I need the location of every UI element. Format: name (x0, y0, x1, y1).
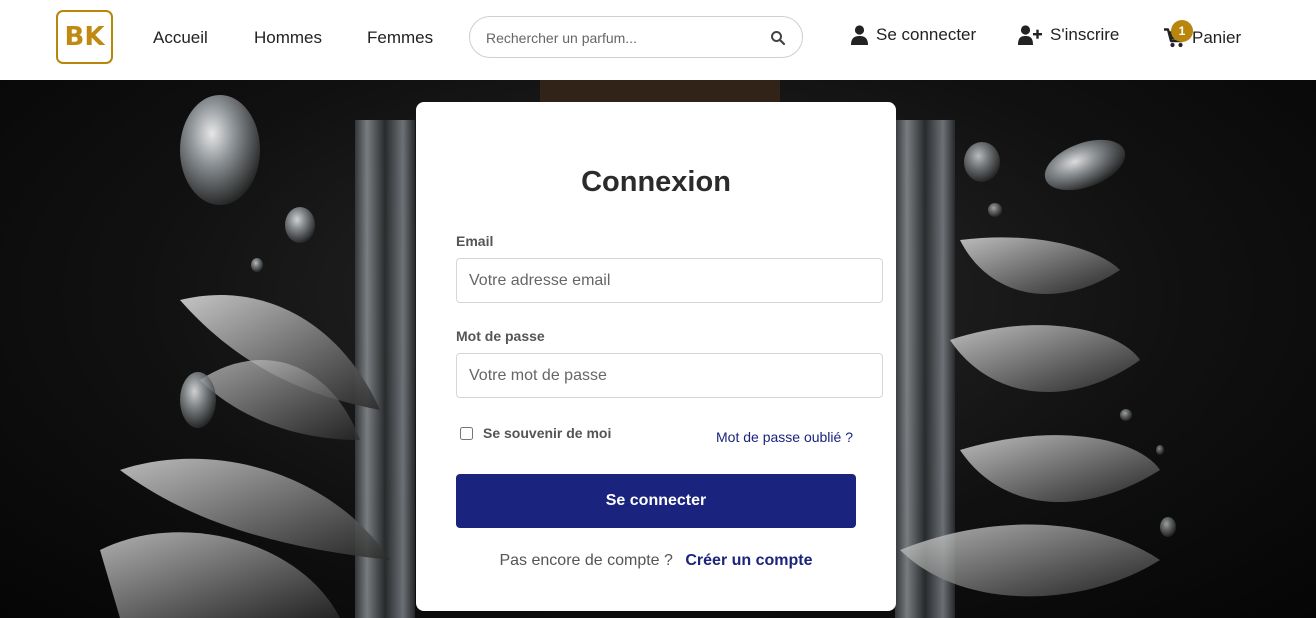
brand-logo[interactable]: BK (56, 10, 113, 64)
cart-link-label: Panier (1192, 28, 1242, 47)
register-link-label: S'inscrire (1050, 25, 1120, 44)
search-bar (469, 16, 803, 58)
search-input[interactable] (486, 27, 756, 49)
nav-link-accueil[interactable]: Accueil (153, 28, 208, 48)
no-account-text: Pas encore de compte ? (499, 552, 673, 569)
remember-me-label: Se souvenir de moi (483, 425, 612, 441)
forgot-password-link[interactable]: Mot de passe oublié ? (716, 429, 853, 445)
remember-me: Se souvenir de moi (460, 425, 611, 441)
password-label: Mot de passe (456, 328, 545, 344)
email-field[interactable] (456, 258, 883, 303)
create-account-link[interactable]: Créer un compte (685, 552, 812, 569)
login-card: Connexion Email Mot de passe Se souvenir… (416, 102, 896, 611)
remember-me-checkbox[interactable] (460, 426, 473, 440)
top-navbar: BK Accueil Hommes Femmes Se connecter S'… (0, 0, 1316, 80)
login-link[interactable]: Se connecter (851, 25, 976, 45)
login-submit-button[interactable]: Se connecter (456, 474, 856, 528)
login-link-label: Se connecter (876, 25, 977, 44)
register-link[interactable]: S'inscrire (1018, 25, 1119, 45)
password-field[interactable] (456, 353, 883, 398)
user-icon (851, 25, 868, 45)
nav-link-hommes[interactable]: Hommes (254, 28, 322, 48)
user-plus-icon (1018, 25, 1042, 45)
cart-count-badge: 1 (1171, 20, 1193, 42)
nav-link-femmes[interactable]: Femmes (367, 28, 433, 48)
email-label: Email (456, 233, 494, 249)
signup-prompt: Pas encore de compte ? Créer un compte (416, 552, 896, 570)
login-title: Connexion (581, 166, 731, 198)
search-icon[interactable] (770, 30, 786, 46)
